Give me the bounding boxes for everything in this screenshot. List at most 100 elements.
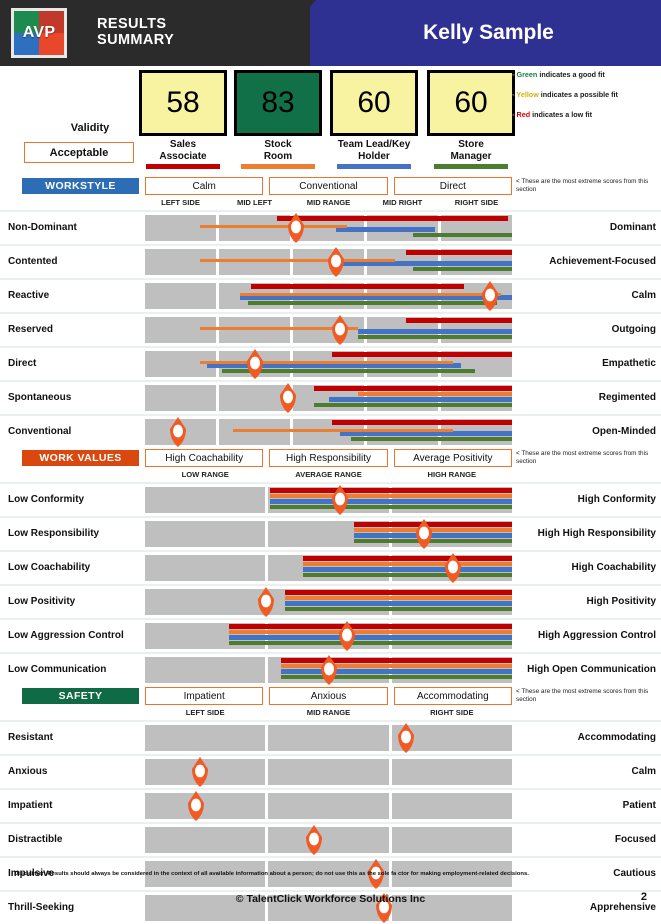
job-score: 58	[166, 86, 200, 119]
score-marker-icon	[326, 246, 346, 278]
legend-item: ▪ Green indicates a good fit	[512, 70, 660, 79]
validity-value: Acceptable	[24, 142, 134, 163]
report-title-line2: SUMMARY	[97, 32, 175, 48]
trait-label-right: Focused	[614, 834, 656, 846]
section-safety: SAFETY Impatient Anxious Accommodating < The…	[0, 686, 661, 924]
extreme-score: High Coachability	[145, 449, 264, 467]
role-fit-bar	[280, 663, 512, 669]
trait-track	[145, 382, 512, 414]
trait-track	[145, 246, 512, 278]
role-fit-bar	[357, 334, 512, 340]
role-fit-bar	[229, 624, 512, 629]
role-fit-bar	[284, 595, 512, 601]
role-fit-bar	[284, 606, 512, 612]
job-column: 83 Stock Room	[234, 70, 322, 169]
role-fit-line	[240, 292, 501, 296]
trait-label-left: Direct	[8, 358, 37, 370]
axis-tick-label: LEFT SIDE	[161, 198, 200, 207]
score-marker-icon	[396, 722, 416, 754]
trait-row: Resistant Accommodating	[0, 720, 661, 754]
score-marker-icon	[414, 518, 434, 550]
trait-label-left: Impatient	[8, 800, 53, 812]
role-fit-bar	[280, 658, 512, 663]
trait-row: Spontaneous Regimented	[0, 380, 661, 414]
score-marker-icon	[480, 280, 500, 312]
role-fit-bar	[269, 488, 512, 493]
trait-track	[145, 315, 512, 345]
score-marker-icon	[256, 586, 276, 618]
axis-tick-label: MID RANGE	[306, 708, 351, 717]
trait-row: Low Aggression Control High Aggression Co…	[0, 618, 661, 652]
trait-track	[145, 213, 512, 243]
score-marker-icon	[304, 824, 324, 856]
trait-label-left: Low Communication	[8, 664, 107, 676]
trait-row: Impatient Patient	[0, 788, 661, 822]
job-column: 60 Team Lead/Key Holder	[330, 70, 418, 169]
report-header: AVP RESULTS SUMMARY Kelly Sample	[0, 0, 661, 66]
trait-label-right: Outgoing	[611, 324, 656, 336]
extreme-score: Conventional	[269, 177, 388, 195]
job-title-line2: Associate	[159, 150, 207, 162]
role-fit-bar	[350, 436, 512, 442]
trait-label-right: High Open Communication	[527, 664, 656, 676]
extreme-note: < These are the most extreme scores from…	[516, 688, 649, 703]
axis-tick-label: LEFT SIDE	[185, 708, 225, 717]
job-column: 60 Store Manager	[427, 70, 515, 169]
extreme-score: Anxious	[269, 687, 388, 705]
job-score-box: 60	[427, 70, 515, 136]
trait-row: Contented Achievement-Focused	[0, 244, 661, 278]
role-fit-bar	[247, 300, 498, 306]
score-marker-icon	[278, 382, 298, 414]
role-fit-line	[200, 258, 395, 262]
section-workstyle: WORKSTYLE Calm Conventional Direct < These a…	[0, 176, 661, 448]
extreme-score: High Responsibility	[269, 449, 388, 467]
score-marker-icon	[319, 654, 339, 686]
trait-label-right: Empathetic	[602, 358, 656, 370]
trait-track	[145, 824, 512, 856]
candidate-name: Kelly Sample	[423, 21, 554, 44]
extreme-score: Impatient	[145, 687, 264, 705]
trait-row: Reserved Outgoing	[0, 312, 661, 346]
copyright-text: © TalentClick Workforce Solutions Inc	[235, 893, 426, 905]
trait-track	[145, 485, 512, 515]
avp-logo-text: AVP	[22, 24, 56, 41]
trait-row: Direct Empathetic	[0, 346, 661, 380]
trait-label-left: Reactive	[8, 290, 50, 302]
role-fit-bar	[269, 504, 512, 510]
role-fit-bar	[277, 216, 509, 221]
trait-row: Distractible Focused	[0, 822, 661, 856]
trait-track	[145, 348, 512, 380]
job-column: 58 Sales Associate	[139, 70, 227, 169]
report-title: RESULTS SUMMARY	[97, 16, 174, 48]
trait-track	[145, 553, 512, 583]
extreme-score: Calm	[145, 177, 264, 195]
extreme-score: Accommodating	[393, 687, 512, 705]
section-tag: SAFETY	[22, 688, 139, 704]
role-fit-bar	[229, 629, 512, 635]
job-title-line2: Holder	[358, 150, 390, 162]
trait-track	[145, 518, 512, 550]
trait-row: Conventional Open-Minded	[0, 414, 661, 448]
role-fit-line	[200, 224, 347, 228]
role-fit-bar	[251, 284, 465, 289]
legend-item: ▪ Yellow indicates a possible fit	[512, 90, 660, 99]
extreme-note: < These are the most extreme scores from…	[516, 450, 649, 465]
job-title-line1: Stock	[264, 139, 292, 150]
legend-text: indicates a possible fit	[538, 90, 618, 99]
extreme-score: Average Positivity	[393, 449, 512, 467]
trait-label-right: High High Responsibility	[537, 528, 656, 540]
axis-labels: LEFT SIDE MID LEFT MID RANGE MID RIGHT RIGHT…	[145, 198, 512, 210]
trait-track	[145, 621, 512, 651]
extreme-scores-row: Impatient Anxious Accommodating	[145, 687, 512, 705]
trait-label-left: Low Positivity	[8, 596, 76, 608]
trait-label-right: Dominant	[609, 222, 656, 234]
trait-label-right: Calm	[631, 290, 656, 302]
job-title: Team Lead/Key Holder	[330, 139, 418, 162]
role-fit-bar	[302, 567, 512, 572]
job-score-box: 60	[330, 70, 418, 136]
legend-item: ▪ Red indicates a low fit	[512, 110, 660, 119]
score-marker-icon	[245, 348, 265, 380]
trait-track	[145, 654, 512, 686]
trait-label-right: High Coachability	[571, 562, 656, 574]
legend-color-word: Red	[516, 110, 531, 119]
